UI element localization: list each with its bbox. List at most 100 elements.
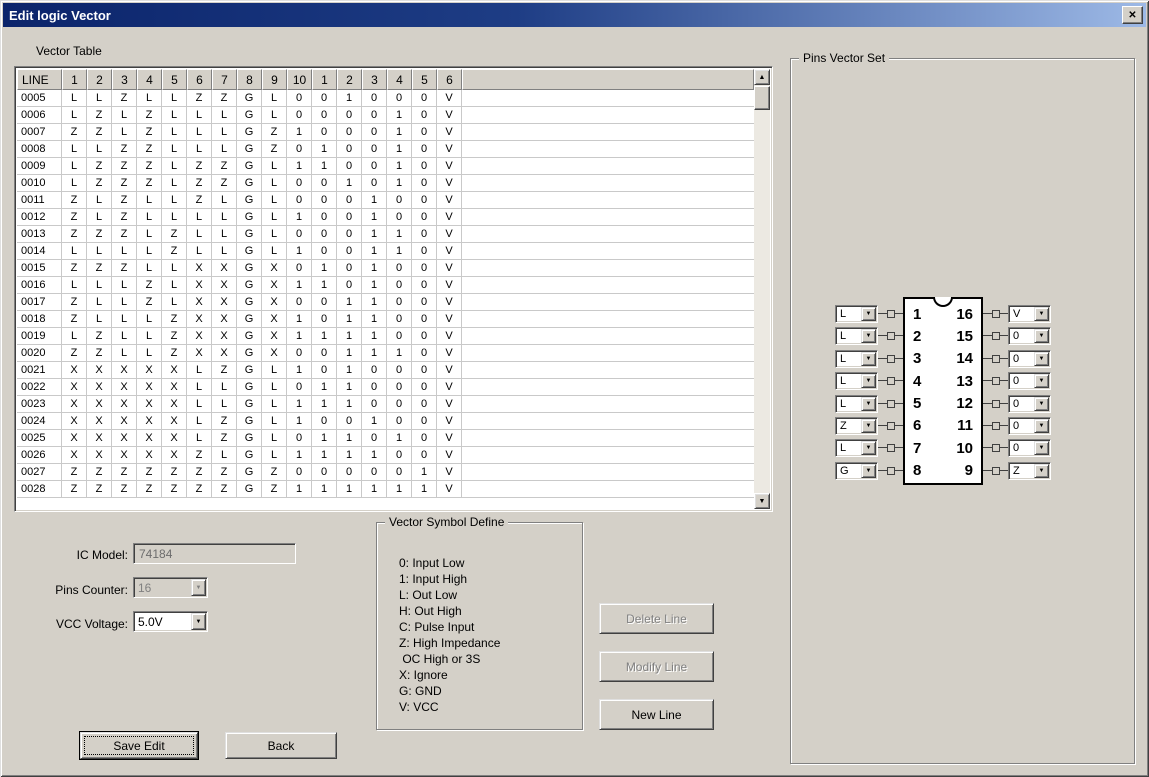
chevron-down-icon[interactable]: ▼: [191, 579, 206, 596]
table-cell: X: [212, 260, 237, 277]
table-cell: V: [437, 209, 462, 226]
scrollbar-thumb[interactable]: [754, 86, 770, 110]
table-row-0024[interactable]: 0024XXXXXLZGL100100V: [17, 413, 754, 430]
table-cell: X: [262, 277, 287, 294]
chevron-down-icon[interactable]: ▼: [861, 397, 876, 411]
new-line-button[interactable]: New Line: [599, 699, 714, 730]
modify-line-button[interactable]: Modify Line: [599, 651, 714, 682]
chevron-down-icon[interactable]: ▼: [861, 419, 876, 433]
close-button[interactable]: ✕: [1122, 6, 1143, 24]
chevron-down-icon[interactable]: ▼: [1034, 374, 1049, 388]
chevron-down-icon[interactable]: ▼: [191, 613, 206, 630]
table-cell: 0: [362, 464, 387, 481]
vector-table-body: 0005LLZLLZZGL001000V0006LZLZLLLGL000010V…: [17, 90, 754, 498]
delete-line-button[interactable]: Delete Line: [599, 603, 714, 634]
chevron-down-icon[interactable]: ▼: [861, 329, 876, 343]
pin-6-select[interactable]: Z▼: [835, 417, 878, 435]
pin-15-select[interactable]: 0▼: [1008, 327, 1051, 345]
table-row-0021[interactable]: 0021XXXXXLZGL101000V: [17, 362, 754, 379]
table-row-0013[interactable]: 0013ZZZLZLLGL000110V: [17, 226, 754, 243]
pin-1-select[interactable]: L▼: [835, 305, 878, 323]
table-row-0015[interactable]: 0015ZZZLLXXGX010100V: [17, 260, 754, 277]
pin-7-select[interactable]: L▼: [835, 439, 878, 457]
table-row-0020[interactable]: 0020ZZLLZXXGX001110V: [17, 345, 754, 362]
back-button[interactable]: Back: [225, 732, 337, 759]
legend-line: L: Out Low: [399, 587, 500, 603]
table-row-0022[interactable]: 0022XXXXXLLGL011000V: [17, 379, 754, 396]
save-edit-button[interactable]: Save Edit: [80, 732, 198, 759]
table-cell: L: [262, 226, 287, 243]
table-cell: Z: [162, 464, 187, 481]
table-cell: 1: [387, 158, 412, 175]
pin-5-select[interactable]: L▼: [835, 395, 878, 413]
table-cell: 1: [337, 379, 362, 396]
table-row-0006[interactable]: 0006LZLZLLLGL000010V: [17, 107, 754, 124]
pin-2-select[interactable]: L▼: [835, 327, 878, 345]
table-cell-filler: [462, 430, 754, 447]
table-row-0025[interactable]: 0025XXXXXLZGL011010V: [17, 430, 754, 447]
table-row-0018[interactable]: 0018ZLLLZXXGX101100V: [17, 311, 754, 328]
scroll-up-button[interactable]: ▲: [754, 69, 770, 85]
vcc-voltage-select[interactable]: 5.0V ▼: [133, 611, 208, 632]
table-row-0023[interactable]: 0023XXXXXLLGL111000V: [17, 396, 754, 413]
table-row-0019[interactable]: 0019LZLLZXXGX111100V: [17, 328, 754, 345]
chevron-down-icon[interactable]: ▼: [1034, 307, 1049, 321]
pin-9-select[interactable]: Z▼: [1008, 462, 1051, 480]
scroll-down-button[interactable]: ▼: [754, 493, 770, 509]
ic-model-input[interactable]: [133, 543, 296, 564]
table-row-0007[interactable]: 0007ZZLZLLLGZ100010V: [17, 124, 754, 141]
chevron-down-icon[interactable]: ▼: [1034, 397, 1049, 411]
pins-counter-select[interactable]: 16 ▼: [133, 577, 208, 598]
table-cell: G: [237, 175, 262, 192]
chevron-down-icon[interactable]: ▼: [1034, 352, 1049, 366]
table-row-0016[interactable]: 0016LLLZLXXGX110100V: [17, 277, 754, 294]
table-row-0012[interactable]: 0012ZLZLLLLGL100100V: [17, 209, 754, 226]
chevron-down-icon[interactable]: ▼: [1034, 419, 1049, 433]
column-header-8: 8: [237, 69, 262, 90]
chevron-down-icon[interactable]: ▼: [861, 441, 876, 455]
table-cell: 0: [287, 294, 312, 311]
pin-3-select[interactable]: L▼: [835, 350, 878, 368]
table-cell: 0: [387, 413, 412, 430]
column-header-3: 3: [112, 69, 137, 90]
table-row-0027[interactable]: 0027ZZZZZZZGZ000001V: [17, 464, 754, 481]
ic-model-label: IC Model:: [14, 548, 128, 562]
table-row-0014[interactable]: 0014LLLLZLLGL100110V: [17, 243, 754, 260]
pin-12-select[interactable]: 0▼: [1008, 395, 1051, 413]
table-row-0026[interactable]: 0026XXXXXZLGL111100V: [17, 447, 754, 464]
chevron-down-icon[interactable]: ▼: [861, 374, 876, 388]
table-row-0028[interactable]: 0028ZZZZZZZGZ111111V: [17, 481, 754, 498]
line-number-cell: 0012: [17, 209, 62, 226]
pin-14-select-value: 0: [1009, 351, 1033, 367]
chevron-down-icon[interactable]: ▼: [861, 352, 876, 366]
table-row-0010[interactable]: 0010LZZZLZZGL001010V: [17, 175, 754, 192]
pin-14-select[interactable]: 0▼: [1008, 350, 1051, 368]
table-row-0009[interactable]: 0009LZZZLZZGL110010V: [17, 158, 754, 175]
pin-16-select[interactable]: V▼: [1008, 305, 1051, 323]
pin-8-select[interactable]: G▼: [835, 462, 878, 480]
table-cell: G: [237, 430, 262, 447]
table-cell-filler: [462, 226, 754, 243]
table-cell: Z: [62, 311, 87, 328]
table-cell: L: [162, 124, 187, 141]
table-cell: Z: [112, 90, 137, 107]
pin-13-select[interactable]: 0▼: [1008, 372, 1051, 390]
chevron-down-icon[interactable]: ▼: [1034, 329, 1049, 343]
chevron-down-icon[interactable]: ▼: [1034, 464, 1049, 478]
chevron-down-icon[interactable]: ▼: [861, 307, 876, 321]
pin-11-select[interactable]: 0▼: [1008, 417, 1051, 435]
table-cell: X: [212, 328, 237, 345]
table-row-0011[interactable]: 0011ZLZLLZLGL000100V: [17, 192, 754, 209]
table-row-0008[interactable]: 0008LLZZLLLGZ010010V: [17, 141, 754, 158]
chevron-down-icon[interactable]: ▼: [861, 464, 876, 478]
table-row-0017[interactable]: 0017ZLLZLXXGX001100V: [17, 294, 754, 311]
pin-10-select[interactable]: 0▼: [1008, 439, 1051, 457]
chevron-down-icon[interactable]: ▼: [1034, 441, 1049, 455]
table-cell-filler: [462, 260, 754, 277]
table-cell: 1: [337, 345, 362, 362]
table-row-0005[interactable]: 0005LLZLLZZGL001000V: [17, 90, 754, 107]
table-cell: 0: [362, 379, 387, 396]
table-cell: X: [137, 379, 162, 396]
pin-4-select[interactable]: L▼: [835, 372, 878, 390]
vertical-scrollbar[interactable]: ▲ ▼: [754, 69, 770, 509]
